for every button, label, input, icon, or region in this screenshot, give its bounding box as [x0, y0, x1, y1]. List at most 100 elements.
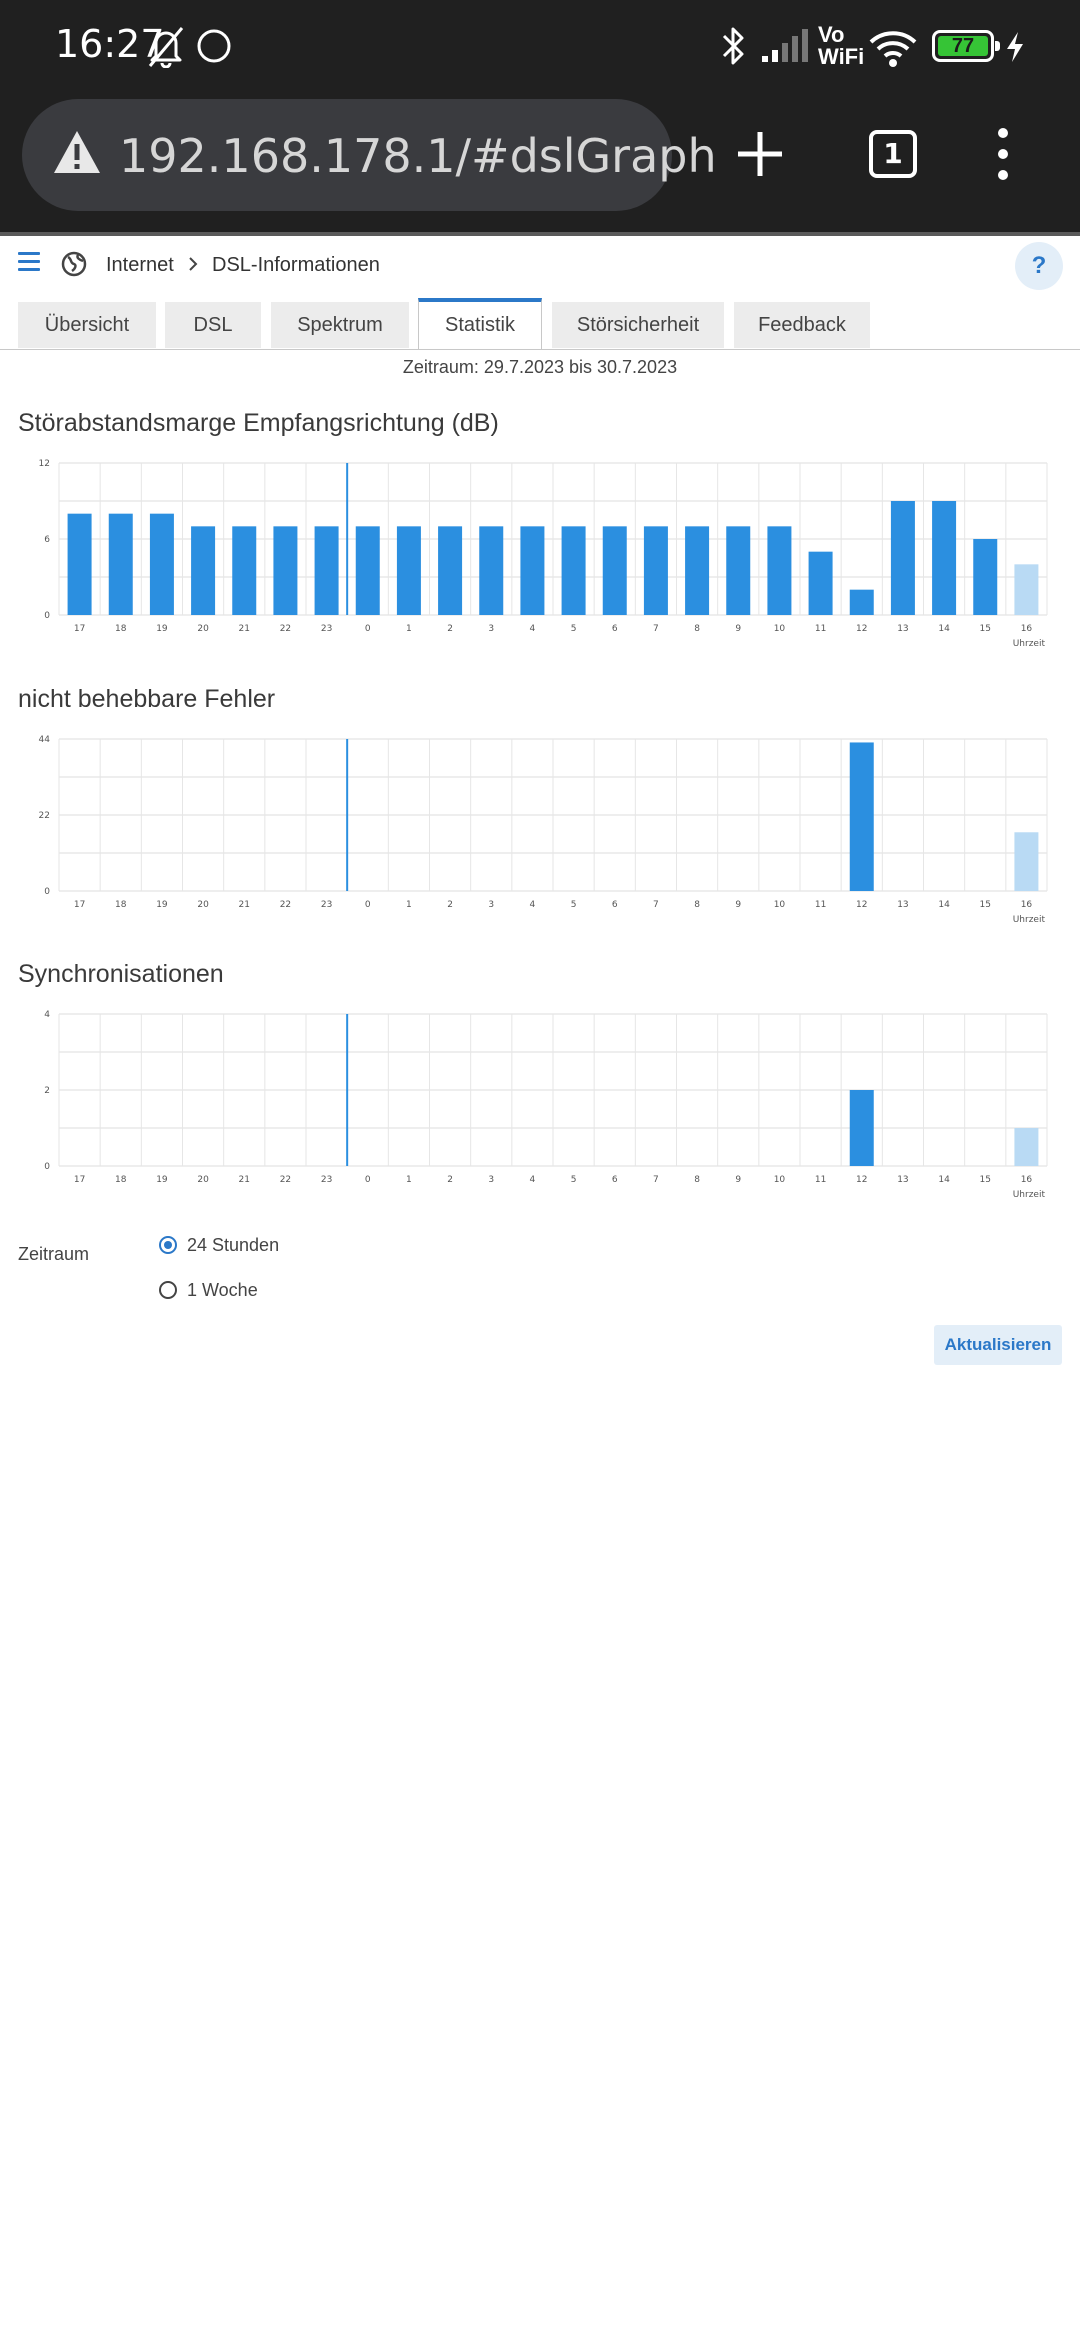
x-tick-label: 5	[571, 900, 577, 910]
x-tick-label: 17	[74, 1175, 85, 1185]
chevron-right-icon	[189, 257, 198, 271]
chart-title-snr: Störabstandsmarge Empfangsrichtung (dB)	[18, 409, 499, 437]
x-tick-label: 21	[239, 900, 250, 910]
x-tick-label: 6	[612, 1175, 618, 1185]
chart-bar	[561, 526, 586, 615]
tab-count: 1	[869, 130, 917, 178]
x-tick-label: 15	[980, 1175, 991, 1185]
chart-bar	[273, 526, 298, 615]
x-axis-label: Uhrzeit	[1013, 1190, 1046, 1200]
x-tick-label: 16	[1021, 900, 1033, 910]
battery-icon: 77	[932, 30, 1000, 62]
x-tick-label: 12	[856, 1175, 867, 1185]
radio-1week[interactable]	[159, 1281, 177, 1299]
x-tick-label: 1	[406, 624, 412, 634]
chart-bar	[808, 551, 833, 615]
circle-icon	[197, 29, 231, 63]
x-tick-label: 19	[156, 1175, 168, 1185]
vowifi-indicator: Vo WiFi	[818, 24, 864, 68]
tab-switcher-button[interactable]: 1	[857, 118, 929, 190]
x-tick-label: 14	[938, 900, 950, 910]
chart-bar	[355, 526, 380, 615]
signal-icon	[762, 29, 808, 62]
x-tick-label: 19	[156, 624, 168, 634]
chart-bar	[602, 526, 627, 615]
breadcrumb-dsl-info: DSL-Informationen	[212, 254, 380, 276]
x-tick-label: 16	[1021, 1175, 1033, 1185]
radio-24h-label[interactable]: 24 Stunden	[187, 1235, 279, 1256]
x-tick-label: 7	[653, 900, 659, 910]
refresh-button[interactable]: Aktualisieren	[934, 1325, 1062, 1365]
x-tick-label: 2	[447, 900, 453, 910]
x-tick-label: 1	[406, 1175, 412, 1185]
x-tick-label: 13	[897, 624, 908, 634]
x-tick-label: 3	[488, 900, 494, 910]
x-tick-label: 12	[856, 624, 867, 634]
x-tick-label: 23	[321, 624, 332, 634]
x-tick-label: 18	[115, 1175, 127, 1185]
x-tick-label: 7	[653, 624, 659, 634]
status-bar: 16:27 Vo WiFi 77	[0, 0, 1080, 96]
x-tick-label: 14	[938, 624, 950, 634]
x-tick-label: 11	[815, 624, 826, 634]
x-tick-label: 11	[815, 900, 826, 910]
x-tick-label: 4	[530, 900, 536, 910]
x-tick-label: 17	[74, 900, 85, 910]
chart-bar	[108, 513, 133, 615]
browser-toolbar: 192.168.178.1/#dslGraph 1	[0, 96, 1080, 236]
x-tick-label: 3	[488, 1175, 494, 1185]
warning-icon[interactable]	[52, 129, 102, 175]
radio-1week-label[interactable]: 1 Woche	[187, 1280, 258, 1301]
x-tick-label: 10	[774, 1175, 786, 1185]
y-tick-label: 0	[44, 1162, 50, 1172]
chart-bar	[67, 513, 92, 615]
vowifi-line2: WiFi	[818, 44, 865, 69]
x-tick-label: 7	[653, 1175, 659, 1185]
tab-feedback[interactable]: Feedback	[734, 302, 870, 348]
chart-bar	[973, 539, 998, 615]
new-tab-icon[interactable]	[724, 118, 796, 190]
x-tick-label: 10	[774, 624, 786, 634]
bell-off-icon	[148, 27, 184, 68]
chart-bar	[932, 501, 957, 615]
chart-bar	[726, 526, 751, 615]
x-tick-label: 0	[365, 900, 371, 910]
url-text[interactable]: 192.168.178.1/#dslGraph	[119, 129, 717, 183]
x-tick-label: 10	[774, 900, 786, 910]
x-tick-label: 8	[694, 900, 700, 910]
chart-bar	[685, 526, 710, 615]
more-options-icon[interactable]	[967, 118, 1039, 190]
x-tick-label: 16	[1021, 624, 1033, 634]
menu-icon[interactable]	[18, 252, 40, 276]
address-bar[interactable]: 192.168.178.1/#dslGraph	[22, 99, 717, 211]
chart-bar	[1014, 1128, 1039, 1166]
radio-24h[interactable]	[159, 1236, 177, 1254]
chart-title-syncs: Synchronisationen	[18, 960, 224, 988]
x-tick-label: 22	[280, 900, 291, 910]
tab-spektrum[interactable]: Spektrum	[271, 302, 409, 348]
chart-bar	[849, 589, 874, 615]
chart-bar	[767, 526, 792, 615]
x-tick-label: 9	[735, 1175, 741, 1185]
bluetooth-icon	[722, 27, 744, 65]
tab-statistik[interactable]: Statistik	[418, 298, 542, 349]
y-tick-label: 6	[44, 535, 50, 545]
help-button[interactable]: ?	[1015, 242, 1063, 290]
tab-stoersicherheit[interactable]: Störsicherheit	[552, 302, 724, 348]
chart-bar	[191, 526, 216, 615]
uncorrectable-errors-chart: 0224417 18 19 20 21 22 23 0 1 2 3 4 5 6 7 8 9 10 11 12 13 14 1…	[39, 735, 1048, 925]
battery-level: 77	[938, 36, 988, 56]
x-tick-label: 20	[197, 624, 209, 634]
breadcrumb-internet[interactable]: Internet	[106, 254, 174, 277]
x-tick-label: 4	[530, 624, 536, 634]
globe-icon	[61, 251, 87, 277]
chart-bar	[643, 526, 668, 615]
y-tick-label: 4	[44, 1010, 50, 1020]
x-tick-label: 18	[115, 624, 127, 634]
tab-dsl[interactable]: DSL	[165, 302, 261, 348]
x-tick-label: 6	[612, 624, 618, 634]
vowifi-line1: Vo	[818, 22, 845, 47]
y-tick-label: 0	[44, 611, 50, 621]
chart-bar	[314, 526, 339, 615]
tab-uebersicht[interactable]: Übersicht	[18, 302, 156, 348]
